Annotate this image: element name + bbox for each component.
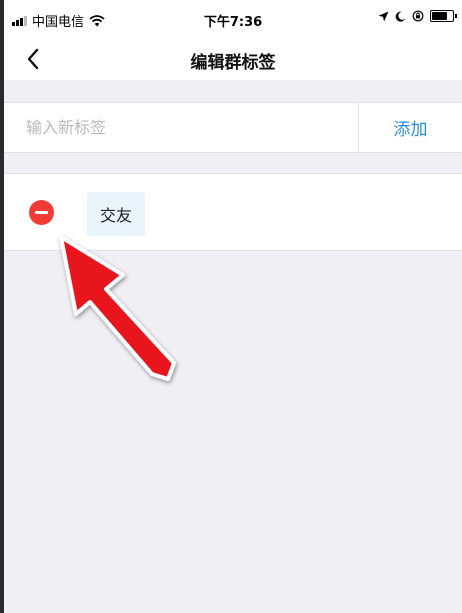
tag-list: 交友 <box>4 173 462 251</box>
rotation-lock-icon <box>412 10 424 22</box>
screen: 中国电信 下午7:36 编辑群标签 输入新标签 添加 交友 <box>4 0 462 613</box>
battery-icon <box>430 10 457 22</box>
tag-chip[interactable]: 交友 <box>87 192 146 236</box>
new-tag-input[interactable] <box>14 103 354 152</box>
minus-icon <box>35 211 48 214</box>
page-title: 编辑群标签 <box>190 53 276 73</box>
status-right <box>378 10 457 22</box>
status-bar: 中国电信 下午7:36 <box>4 0 462 38</box>
add-tag-button[interactable]: 添加 <box>359 103 462 152</box>
location-arrow-icon <box>378 11 389 21</box>
delete-tag-button[interactable] <box>29 200 54 225</box>
navigation-bar: 编辑群标签 <box>4 38 462 80</box>
device-frame-edge <box>0 0 4 613</box>
moon-icon <box>395 11 406 22</box>
new-tag-row: 添加 <box>4 102 462 153</box>
